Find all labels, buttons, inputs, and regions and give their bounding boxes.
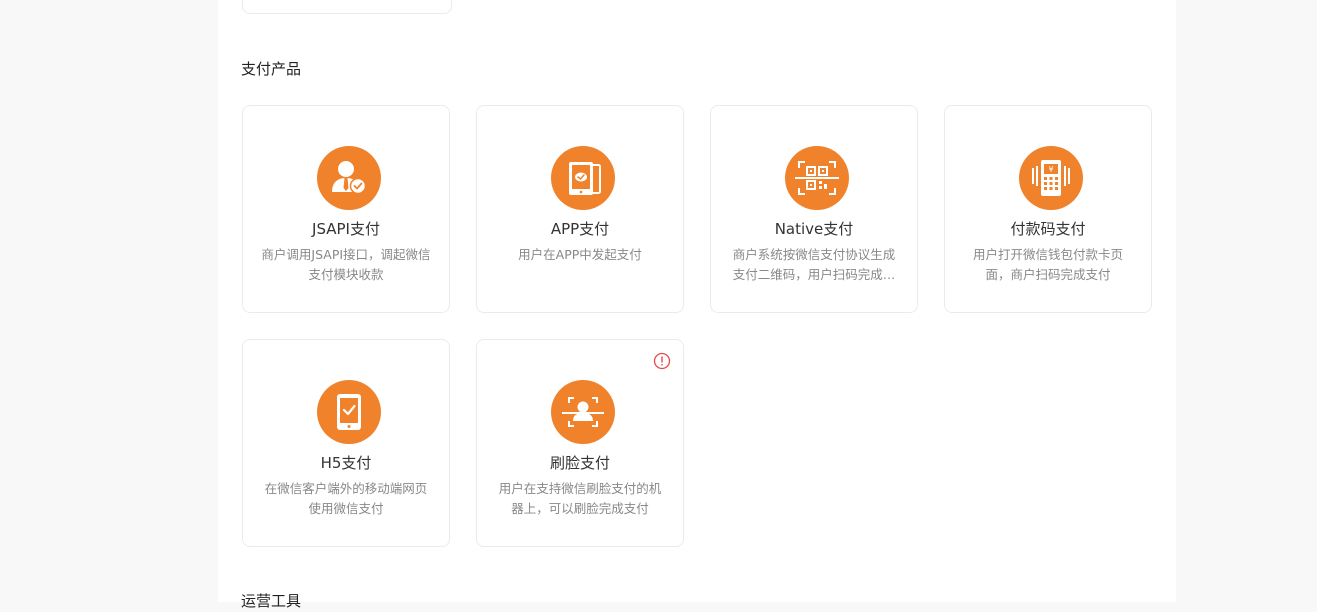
phone-check-icon	[317, 380, 381, 444]
svg-text:¥: ¥	[1048, 165, 1053, 174]
product-title: JSAPI支付	[312, 220, 380, 238]
product-card-native[interactable]: Native支付 商户系统按微信支付协议生成支付二维码，用户扫码完成支付	[710, 105, 918, 313]
product-title: Native支付	[774, 220, 854, 238]
product-title: 刷脸支付	[549, 454, 610, 472]
product-desc: 商户系统按微信支付协议生成支付二维码，用户扫码完成支付	[732, 247, 896, 282]
product-title: 付款码支付	[1010, 220, 1086, 238]
product-card-face-pay[interactable]: 刷脸支付 用户在支持微信刷脸支付的机器上，可以刷脸完成支付	[476, 339, 684, 547]
product-title: H5支付	[320, 454, 372, 472]
main-content: 支付产品 JSAPI支付 商户调用JSAPI接口，调起微信支付模块收款 APP支…	[218, 0, 1176, 610]
mobile-app-pay-icon	[551, 146, 615, 210]
product-desc: 用户在支持微信刷脸支付的机器上，可以刷脸完成支付	[498, 481, 662, 516]
product-card-payment-code[interactable]: ¥ 付款码支付 用户打开微信钱包付款卡页面，商户扫码完成支付	[944, 105, 1152, 313]
alert-circle-icon[interactable]	[653, 352, 671, 370]
next-section-title: 运营工具	[241, 592, 302, 610]
previous-section-card[interactable]	[242, 0, 452, 14]
face-scan-icon	[551, 380, 615, 444]
product-desc: 用户在APP中发起支付	[518, 247, 642, 262]
section-title: 支付产品	[241, 60, 302, 78]
product-desc: 用户打开微信钱包付款卡页面，商户扫码完成支付	[972, 247, 1123, 282]
product-desc: 在微信客户端外的移动端网页使用微信支付	[264, 481, 428, 516]
product-title: APP支付	[550, 220, 610, 238]
payment-code-scanner-icon: ¥	[1019, 146, 1083, 210]
product-card-h5[interactable]: H5支付 在微信客户端外的移动端网页使用微信支付	[242, 339, 450, 547]
product-card-jsapi[interactable]: JSAPI支付 商户调用JSAPI接口，调起微信支付模块收款	[242, 105, 450, 313]
product-card-app[interactable]: APP支付 用户在APP中发起支付	[476, 105, 684, 313]
product-desc: 商户调用JSAPI接口，调起微信支付模块收款	[261, 247, 431, 282]
user-verified-icon	[317, 146, 381, 210]
qr-code-scan-icon	[785, 146, 849, 210]
